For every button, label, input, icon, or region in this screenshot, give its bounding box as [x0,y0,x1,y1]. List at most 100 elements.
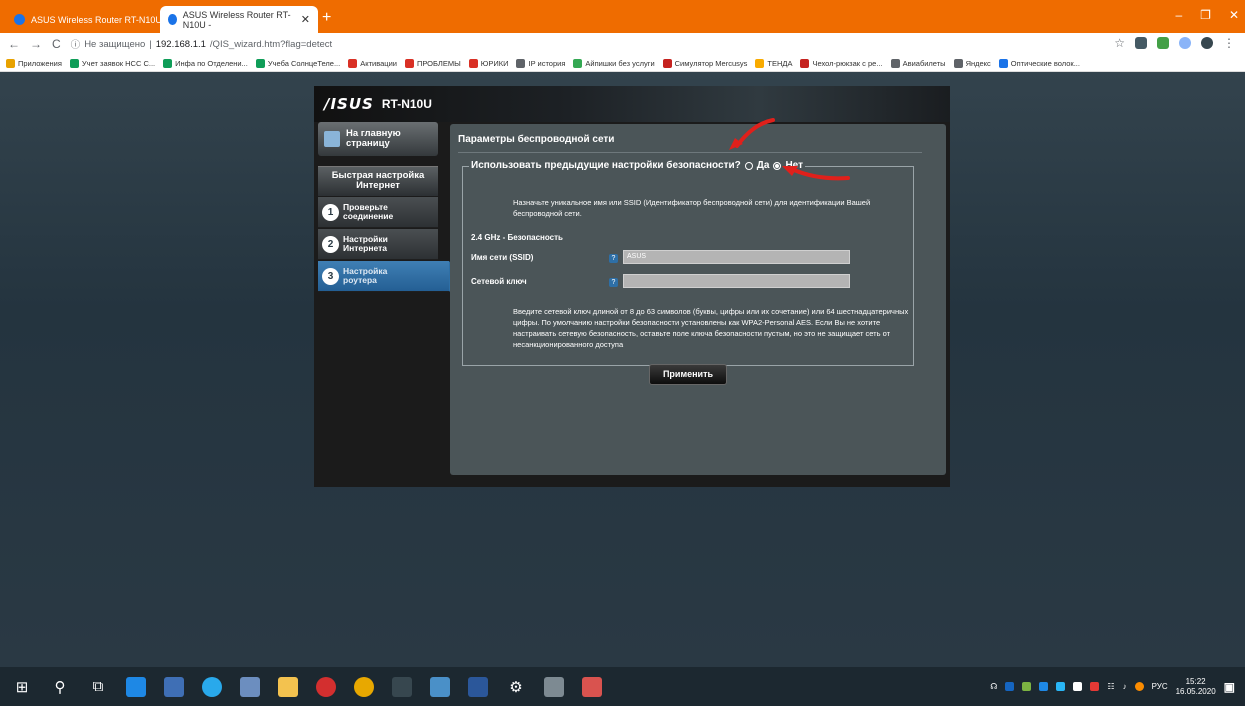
bookmark-item[interactable]: Айпишки без услуги [573,58,655,68]
notification-icon[interactable]: ▣ [1224,680,1235,694]
bookmark-item[interactable]: Чехол-рюкзак с ре... [800,58,883,68]
clock-time: 15:22 [1185,676,1206,686]
router-page: /ISUS RT-N10U На главную страницу Быстра… [0,72,1245,667]
page-title: Параметры беспроводной сети [458,134,615,145]
bookmark-star-icon[interactable]: ☆ [1114,36,1125,50]
file-explorer-icon[interactable] [274,674,302,700]
wireless-settings-panel: Параметры беспроводной сети Использовать… [450,124,946,475]
ssid-input[interactable]: ASUS [623,250,850,264]
language-indicator[interactable]: РУС [1152,682,1168,691]
bookmark-favicon-icon [953,58,963,68]
tray-app-icon[interactable] [1073,682,1083,691]
bookmark-favicon-icon [255,58,265,68]
ssid-help-icon[interactable]: ? [609,254,618,263]
router-favicon-icon [14,14,25,25]
edge-browser-icon[interactable] [122,674,150,700]
bookmark-item[interactable]: ПРОБЛЕМЫ [404,58,461,68]
step-label: Настройка роутера [343,266,388,285]
tab-title: ASUS Wireless Router RT-N10U - [182,9,291,30]
network-icon[interactable]: ☷ [1107,682,1114,691]
telegram-icon[interactable] [198,674,226,700]
home-button[interactable]: На главную страницу [318,122,438,156]
bookmark-label: ТЕНДА [767,58,793,68]
tray-app-icon[interactable] [1056,682,1066,691]
tray-app-icon[interactable] [1022,682,1032,691]
bookmark-item[interactable]: Активации [348,58,397,68]
router-favicon-icon [168,14,177,25]
bookmark-item[interactable]: ТЕНДА [755,58,793,68]
step-router-setup[interactable]: 3 Настройка роутера [318,261,461,292]
extension-icon[interactable] [1135,37,1147,49]
task-view-icon[interactable]: ⧉ [84,674,112,700]
maximize-button[interactable]: ❐ [1200,8,1211,22]
extension-icon[interactable] [1157,37,1169,49]
opera-icon[interactable] [312,674,340,700]
bookmark-item[interactable]: Симулятор Mercusys [662,58,747,68]
network-key-input[interactable] [623,274,850,288]
bookmark-item[interactable]: IP история [516,58,565,68]
start-windows-icon[interactable]: ⊞ [8,674,36,700]
clock[interactable]: 15:22 16.05.2020 [1176,677,1216,697]
people-icon[interactable]: ☊ [990,682,997,691]
bookmark-favicon-icon [800,58,810,68]
window-controls: – ❐ ✕ [1175,8,1239,22]
bookmark-favicon-icon [348,58,358,68]
app-icon[interactable] [426,674,454,700]
bookmark-favicon-icon [755,58,765,68]
radio-yes[interactable] [744,161,753,170]
browser-tab-bar: ASUS Wireless Router RT-N10U ✕ ASUS Wire… [0,0,1245,33]
bookmark-item[interactable]: Яндекс [953,58,991,68]
key-help-icon[interactable]: ? [609,278,618,287]
reload-button[interactable]: C [52,37,61,51]
close-tab-icon[interactable]: ✕ [301,13,310,26]
volume-icon[interactable]: ♪ [1123,682,1127,691]
close-window-button[interactable]: ✕ [1229,8,1239,22]
bookmark-item[interactable]: Авиабилеты [890,58,946,68]
bookmark-item[interactable]: ЮРИКИ [468,58,508,68]
tray-app-icon[interactable] [1134,682,1144,691]
radio-yes-label: Да [756,160,770,171]
home-button-label: На главную страницу [346,128,401,149]
back-button[interactable]: ← [8,37,20,51]
tray-app-icon[interactable] [1090,682,1100,691]
step-check-connection[interactable]: 1 Проверьте соединение [318,197,438,228]
bookmark-favicon-icon [890,58,900,68]
bookmark-item[interactable]: Учет заявок НСС С... [69,58,156,68]
word-icon[interactable] [464,674,492,700]
address-bar: ← → C ⓘ Не защищено | 192.168.1.1/QIS_wi… [0,33,1245,55]
step-number-icon: 3 [322,267,339,285]
bookmark-label: Учет заявок НСС С... [81,58,156,68]
step-number-icon: 1 [322,203,339,221]
bookmark-item[interactable]: Приложения [6,58,62,68]
browser-tab-active[interactable]: ASUS Wireless Router RT-N10U - ✕ [160,6,318,33]
app-icon[interactable] [160,674,188,700]
bookmark-favicon-icon [998,58,1008,68]
minimize-button[interactable]: – [1175,8,1182,22]
search-icon[interactable]: ⚲ [46,674,74,700]
url-field[interactable]: ⓘ Не защищено | 192.168.1.1/QIS_wizard.h… [71,37,333,52]
menu-icon[interactable]: ⋮ [1223,36,1235,50]
step-internet-settings[interactable]: 2 Настройки Интернета [318,229,438,260]
tray-app-icon[interactable] [1005,682,1015,691]
clock-date: 16.05.2020 [1175,686,1216,696]
apply-button[interactable]: Применить [649,364,727,385]
bookmark-item[interactable]: Оптические волок... [998,58,1080,68]
app-icon[interactable] [578,674,606,700]
title-divider [458,152,922,153]
bookmark-favicon-icon [404,58,414,68]
tray-app-icon[interactable] [1039,682,1049,691]
settings-gear-icon[interactable]: ⚙ [502,674,530,700]
radio-no[interactable] [773,161,782,170]
profile-avatar[interactable] [1201,37,1213,49]
forward-button[interactable]: → [30,37,42,51]
url-separator: | [149,38,152,50]
mail-icon[interactable] [236,674,264,700]
new-tab-button[interactable]: + [322,9,331,27]
bookmark-item[interactable]: Учеба СолнцеТеле... [255,58,340,68]
bookmarks-bar: Приложения Учет заявок НСС С... Инфа по От… [0,55,1245,72]
bookmark-item[interactable]: Инфа по Отделени... [163,58,248,68]
terminal-icon[interactable] [388,674,416,700]
chrome-icon[interactable] [350,674,378,700]
extension-icon[interactable] [1179,37,1191,49]
app-icon[interactable] [540,674,568,700]
